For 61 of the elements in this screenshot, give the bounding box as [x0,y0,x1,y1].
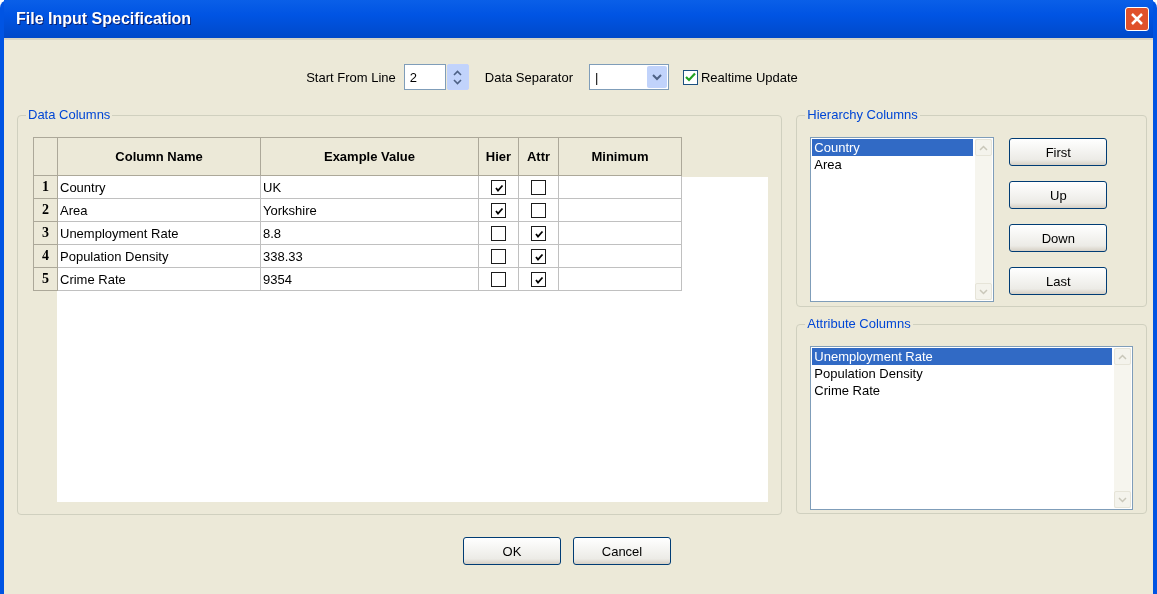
column-header[interactable]: Minimum [558,137,682,176]
checkbox[interactable] [531,203,546,219]
move-button[interactable]: Last [1009,267,1108,295]
check-icon [533,229,544,240]
table-cell: UK [260,175,479,199]
list-item[interactable]: Unemployment Rate [812,348,1112,365]
table-cell: Area [57,198,261,222]
checkbox[interactable] [491,226,506,242]
column-header[interactable]: Example Value [260,137,479,176]
dropdown-value: | [594,69,599,85]
table-cell: Yorkshire [260,198,479,222]
start-line-field[interactable]: 2 [403,64,446,90]
table-cell: Country [57,175,261,199]
checkbox[interactable] [491,272,506,288]
column-header[interactable]: Column Name [57,137,261,176]
row-number: 1 [33,175,58,199]
list-item[interactable]: Country [812,139,974,156]
close-icon[interactable] [1130,12,1144,26]
row-number: 5 [33,267,58,291]
close-button[interactable] [1125,7,1149,31]
checkbox[interactable] [491,249,506,265]
spinner-buttons[interactable] [446,64,469,90]
move-button[interactable]: Down [1009,224,1108,252]
column-header[interactable]: Attr [518,137,559,176]
move-button[interactable]: Up [1009,181,1108,209]
checkbox[interactable] [491,203,506,219]
checkbox[interactable] [491,180,506,196]
window-title: File Input Specification [16,10,192,28]
checkbox[interactable] [531,272,546,288]
separator-dropdown[interactable]: | [588,64,669,90]
checkbox[interactable] [531,180,546,196]
table-cell: 8.8 [260,221,479,245]
check-icon [684,72,696,82]
check-icon [493,206,504,217]
table-cell: Crime Rate [57,267,261,291]
check-icon [533,252,544,263]
list-item[interactable]: Area [812,156,974,173]
checkbox[interactable] [531,249,546,265]
list-item[interactable]: Crime Rate [812,382,1112,399]
list-item[interactable]: Population Density [812,365,1112,382]
column-header[interactable]: Hier [478,137,519,176]
list-box[interactable]: Country Area [810,137,995,302]
check-icon [493,183,504,194]
group-title: Hierarchy Columns [805,107,920,123]
row-number: 3 [33,221,58,245]
field-label: Start From Line [306,69,396,85]
table-cell: Unemployment Rate [57,221,261,245]
move-button[interactable]: First [1009,138,1108,166]
list-box[interactable]: Unemployment Rate Population Density Crime Rate [810,346,1133,510]
table-cell: 338.33 [260,244,479,268]
table-cell: 9354 [260,267,479,291]
row-number: 4 [33,244,58,268]
checkbox-label: Realtime Update [700,69,798,85]
field-label: Data Separator [484,69,573,85]
row-number: 2 [33,198,58,222]
checkbox[interactable] [682,69,698,85]
checkbox[interactable] [531,226,546,242]
check-icon [533,275,544,286]
table-cell: Population Density [57,244,261,268]
ok-button[interactable]: OK [463,537,561,565]
cancel-button[interactable]: Cancel [573,537,671,565]
